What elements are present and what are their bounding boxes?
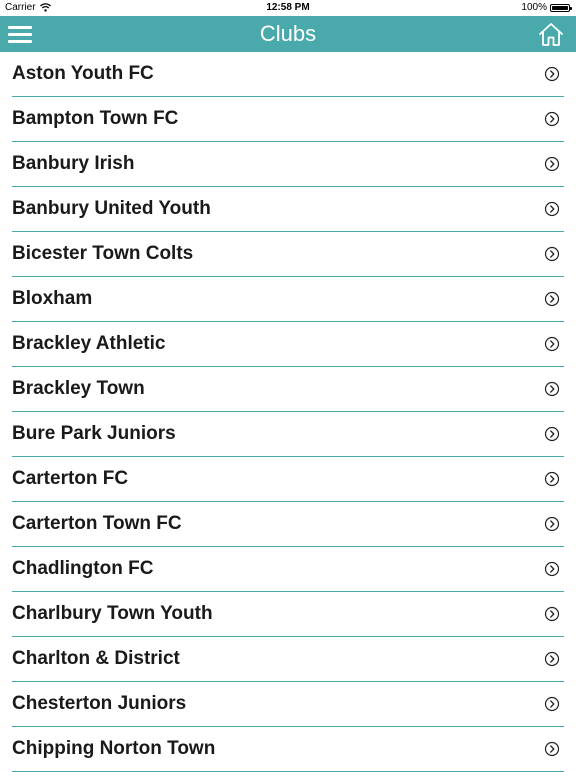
chevron-right-circle-icon[interactable] xyxy=(544,246,560,262)
battery-icon xyxy=(550,3,572,12)
club-name: Charlbury Town Youth xyxy=(12,603,213,624)
clubs-list: Aston Youth FC Bampton Town FC Banbury Iri… xyxy=(0,52,576,772)
chevron-right-circle-icon[interactable] xyxy=(544,66,560,82)
status-right: 100% xyxy=(521,2,572,13)
club-name: Aston Youth FC xyxy=(12,63,154,84)
chevron-right-circle-icon[interactable] xyxy=(544,381,560,397)
list-item[interactable]: Bampton Town FC xyxy=(0,97,576,142)
chevron-right-circle-icon[interactable] xyxy=(544,426,560,442)
home-icon[interactable] xyxy=(538,21,564,47)
list-item[interactable]: Brackley Town xyxy=(0,367,576,412)
club-name: Bampton Town FC xyxy=(12,108,179,129)
club-name: Bicester Town Colts xyxy=(12,243,194,264)
list-item[interactable]: Banbury Irish xyxy=(0,142,576,187)
list-item[interactable]: Banbury United Youth xyxy=(0,187,576,232)
list-item[interactable]: Carterton FC xyxy=(0,457,576,502)
chevron-right-circle-icon[interactable] xyxy=(544,156,560,172)
chevron-right-circle-icon[interactable] xyxy=(544,741,560,757)
clock-time: 12:58 PM xyxy=(266,2,310,13)
club-name: Carterton Town FC xyxy=(12,513,182,534)
chevron-right-circle-icon[interactable] xyxy=(544,516,560,532)
club-name: Chipping Norton Town xyxy=(12,738,216,759)
chevron-right-circle-icon[interactable] xyxy=(544,606,560,622)
club-name: Bure Park Juniors xyxy=(12,423,176,444)
battery-percent: 100% xyxy=(521,2,547,13)
club-name: Chesterton Juniors xyxy=(12,693,187,714)
page-title: Clubs xyxy=(259,21,317,46)
chevron-right-circle-icon[interactable] xyxy=(544,651,560,667)
nav-bar: Clubs xyxy=(0,16,576,52)
list-item[interactable]: Bicester Town Colts xyxy=(0,232,576,277)
list-item[interactable]: Bloxham xyxy=(0,277,576,322)
club-name: Brackley Town xyxy=(12,378,145,399)
list-item[interactable]: Chesterton Juniors xyxy=(0,682,576,727)
list-item[interactable]: Charlton & District xyxy=(0,637,576,682)
club-name: Charlton & District xyxy=(12,648,180,669)
chevron-right-circle-icon[interactable] xyxy=(544,561,560,577)
club-name: Bloxham xyxy=(12,288,93,309)
club-name: Chadlington FC xyxy=(12,558,154,579)
list-item[interactable]: Brackley Athletic xyxy=(0,322,576,367)
list-item[interactable]: Charlbury Town Youth xyxy=(0,592,576,637)
club-name: Brackley Athletic xyxy=(12,333,166,354)
hamburger-menu-icon[interactable] xyxy=(8,24,32,44)
list-item[interactable]: Aston Youth FC xyxy=(0,52,576,97)
chevron-right-circle-icon[interactable] xyxy=(544,471,560,487)
chevron-right-circle-icon[interactable] xyxy=(544,336,560,352)
list-item[interactable]: Chadlington FC xyxy=(0,547,576,592)
club-name: Banbury United Youth xyxy=(12,198,211,219)
status-bar: Carrier 12:58 PM 100% xyxy=(0,0,576,16)
list-item[interactable]: Carterton Town FC xyxy=(0,502,576,547)
club-name: Carterton FC xyxy=(12,468,129,489)
chevron-right-circle-icon[interactable] xyxy=(544,291,560,307)
chevron-right-circle-icon[interactable] xyxy=(544,696,560,712)
list-item[interactable]: Chipping Norton Town xyxy=(0,727,576,772)
list-item[interactable]: Bure Park Juniors xyxy=(0,412,576,457)
chevron-right-circle-icon[interactable] xyxy=(544,111,560,127)
club-name: Banbury Irish xyxy=(12,153,135,174)
chevron-right-circle-icon[interactable] xyxy=(544,201,560,217)
